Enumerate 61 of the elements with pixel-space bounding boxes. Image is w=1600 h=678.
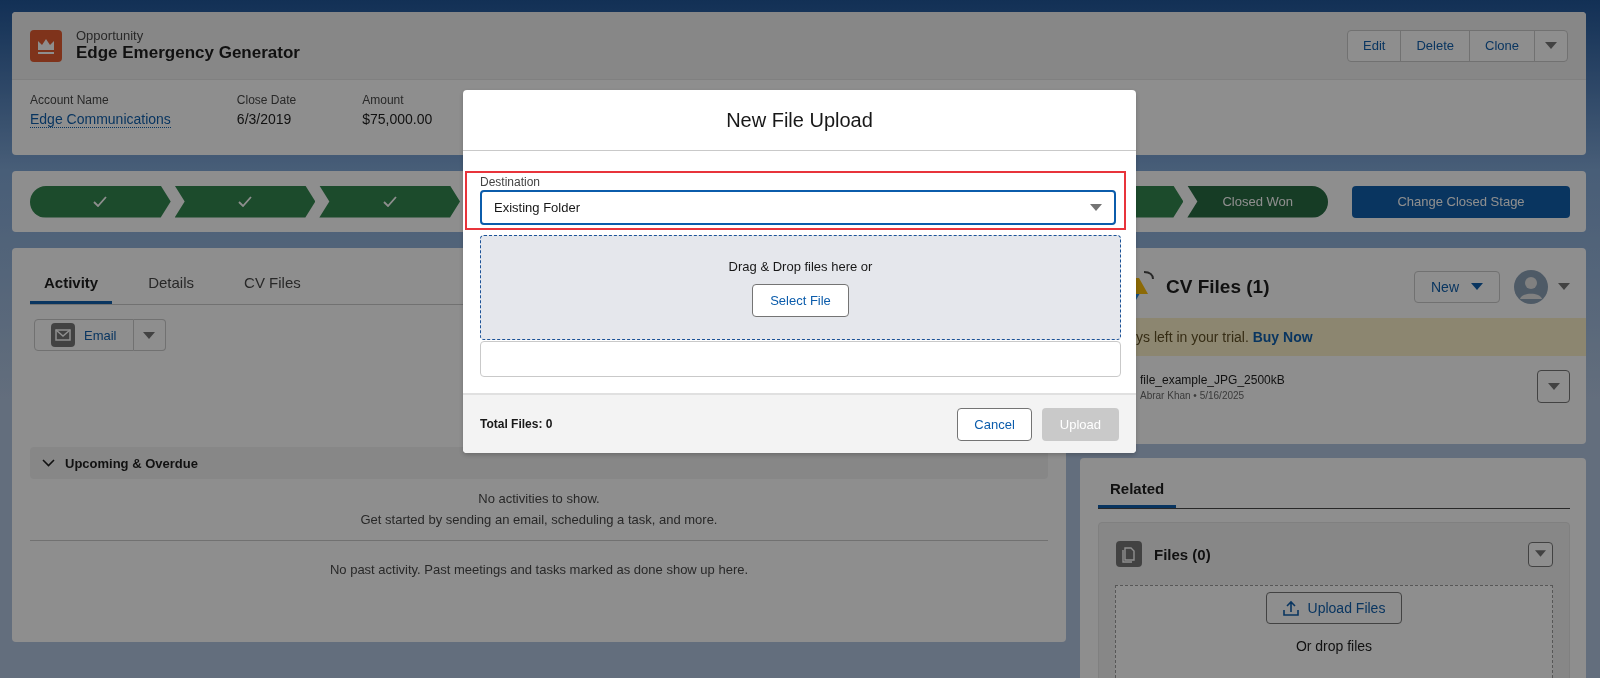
drop-zone[interactable]: Drag & Drop files here or Select File: [480, 235, 1121, 340]
cancel-button[interactable]: Cancel: [957, 407, 1032, 441]
check-icon: [238, 196, 252, 207]
upload-files-button[interactable]: Upload Files: [1265, 592, 1403, 624]
action-button[interactable]: Edit: [1347, 29, 1402, 62]
field-label: Amount: [362, 93, 405, 107]
record-title: Edge Emergency Generator: [76, 43, 300, 63]
email-menu-button[interactable]: [133, 319, 166, 351]
upload-icon: [1282, 600, 1299, 616]
caret-icon: [1535, 550, 1546, 558]
empty-message: No activities to show.: [478, 491, 600, 506]
drop-hint: Or drop files: [1295, 638, 1373, 654]
file-meta: Abrar Khan • 5/16/2025: [1140, 389, 1246, 401]
avatar-icon[interactable]: [1514, 270, 1548, 304]
check-icon: [382, 196, 397, 207]
current-stage[interactable]: Closed Won: [1187, 185, 1329, 218]
tab[interactable]: Details: [134, 266, 209, 304]
caret-icon: [1471, 283, 1483, 291]
change-stage-button[interactable]: Change Closed Stage: [1352, 185, 1570, 218]
file-menu-button[interactable]: [1537, 370, 1570, 403]
envelope-icon: [51, 323, 75, 347]
action-button[interactable]: Clone: [1469, 29, 1535, 62]
field-label: Close Date: [236, 93, 297, 107]
caret-icon: [1547, 382, 1560, 391]
empty-message: Get started by sending an email, scheduling a task, and more.: [360, 512, 718, 527]
caret-icon: [1090, 203, 1102, 212]
field-link[interactable]: Edge Communications: [30, 111, 171, 128]
drop-zone[interactable]: Upload Files Or drop files: [1115, 585, 1553, 678]
files-menu-button[interactable]: [1528, 541, 1553, 567]
check-icon: [93, 196, 108, 207]
more-actions-button[interactable]: [1534, 29, 1568, 62]
files-title: Files (0): [1154, 545, 1211, 563]
new-button[interactable]: New: [1414, 271, 1500, 303]
dialog-title: New File Upload: [726, 108, 873, 132]
action-button[interactable]: Delete: [1400, 29, 1471, 62]
field-value: 6/3/2019: [236, 111, 293, 127]
drop-hint: Drag & Drop files here or: [728, 258, 873, 274]
field-label: Destination: [480, 175, 542, 189]
field-value: $75,000.00: [362, 111, 433, 127]
completed-stage[interactable]: [319, 185, 460, 218]
select-file-button[interactable]: Select File: [752, 283, 849, 317]
destination-select[interactable]: Existing Folder: [480, 190, 1116, 225]
tab[interactable]: Related: [1098, 470, 1177, 508]
total-files: Total Files: 0: [480, 417, 553, 431]
caret-icon[interactable]: [1558, 283, 1570, 291]
card-title: CV Files (1): [1166, 276, 1270, 298]
file-name[interactable]: file_example_JPG_2500kB: [1140, 372, 1537, 387]
email-button[interactable]: Email: [34, 319, 134, 351]
object-type: Opportunity: [76, 28, 145, 43]
crown-icon: [30, 29, 62, 62]
field-label: Account Name: [30, 93, 110, 107]
files-icon: [1116, 541, 1142, 567]
empty-message: No past activity. Past meetings and tasks marked as done show up here.: [329, 562, 749, 577]
tab[interactable]: Activity: [30, 266, 113, 304]
caret-icon: [1545, 42, 1557, 50]
completed-stage[interactable]: [30, 185, 171, 218]
caret-icon: [143, 331, 155, 340]
trial-message: ys left in your trial. Buy Now: [1136, 329, 1313, 345]
tab[interactable]: CV Files: [230, 266, 315, 304]
section-title: Upcoming & Overdue: [65, 455, 198, 471]
buy-now-link[interactable]: Buy Now: [1252, 329, 1313, 345]
